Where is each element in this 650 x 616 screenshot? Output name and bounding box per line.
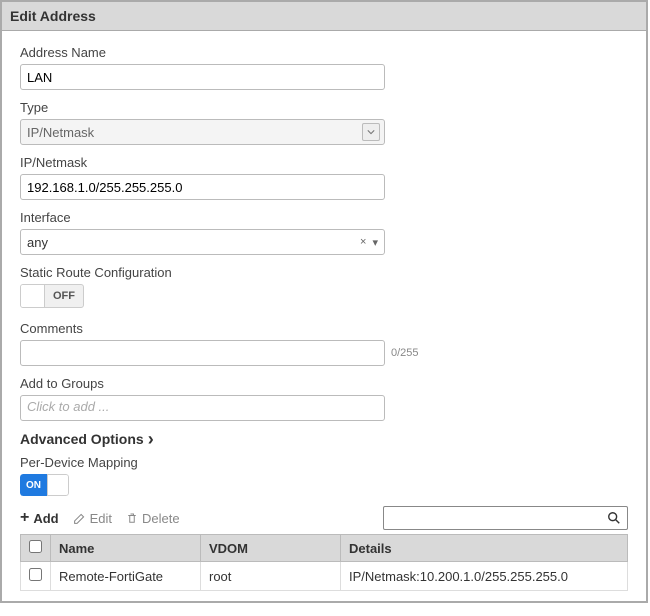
field-ip-netmask: IP/Netmask xyxy=(20,155,628,200)
field-static-route: Static Route Configuration OFF xyxy=(20,265,628,311)
mapping-toolbar: + Add Edit Delete xyxy=(20,506,628,530)
header-details: Details xyxy=(341,535,628,562)
clear-icon[interactable]: × xyxy=(360,236,366,248)
comments-label: Comments xyxy=(20,321,628,336)
add-button[interactable]: + Add xyxy=(20,509,59,527)
address-name-label: Address Name xyxy=(20,45,628,60)
header-name: Name xyxy=(51,535,201,562)
toggle-knob xyxy=(47,474,69,496)
chevron-down-icon[interactable]: ▾ xyxy=(372,236,378,249)
delete-label: Delete xyxy=(142,511,180,526)
dialog-title: Edit Address xyxy=(2,2,646,31)
row-checkbox-cell xyxy=(21,562,51,591)
dialog-body: Address Name Type IP/Netmask IP/Netmask … xyxy=(2,31,646,601)
trash-icon xyxy=(126,512,138,525)
static-route-label: Static Route Configuration xyxy=(20,265,628,280)
toggle-on-label: ON xyxy=(20,474,47,496)
ip-netmask-input[interactable] xyxy=(20,174,385,200)
chevron-right-icon: › xyxy=(148,432,154,446)
field-per-device-mapping: Per-Device Mapping ON xyxy=(20,455,628,496)
field-address-name: Address Name xyxy=(20,45,628,90)
plus-icon: + xyxy=(20,509,29,527)
search-icon xyxy=(607,511,621,525)
interface-label: Interface xyxy=(20,210,628,225)
add-label: Add xyxy=(33,511,58,526)
header-checkbox-cell xyxy=(21,535,51,562)
address-name-input[interactable] xyxy=(20,64,385,90)
type-select[interactable]: IP/Netmask xyxy=(20,119,385,145)
field-add-to-groups: Add to Groups Click to add ... xyxy=(20,376,628,421)
toggle-knob xyxy=(21,284,45,308)
advanced-options-toggle[interactable]: Advanced Options › xyxy=(20,431,628,447)
per-device-label: Per-Device Mapping xyxy=(20,455,628,470)
advanced-options-label: Advanced Options xyxy=(20,431,144,447)
header-vdom: VDOM xyxy=(201,535,341,562)
field-comments: Comments 0/255 xyxy=(20,321,628,366)
field-interface: Interface any × ▾ xyxy=(20,210,628,255)
select-all-checkbox[interactable] xyxy=(29,540,42,553)
static-route-toggle[interactable]: OFF xyxy=(20,284,84,308)
edit-button[interactable]: Edit xyxy=(73,511,112,526)
interface-value: any xyxy=(27,235,48,250)
row-vdom: root xyxy=(201,562,341,591)
ip-netmask-label: IP/Netmask xyxy=(20,155,628,170)
type-value: IP/Netmask xyxy=(27,125,94,140)
groups-label: Add to Groups xyxy=(20,376,628,391)
comments-input[interactable] xyxy=(20,340,385,366)
delete-button[interactable]: Delete xyxy=(126,511,180,526)
row-checkbox[interactable] xyxy=(29,568,42,581)
edit-label: Edit xyxy=(90,511,112,526)
edit-icon xyxy=(73,512,86,525)
per-device-toggle[interactable]: ON xyxy=(20,474,69,496)
groups-input[interactable]: Click to add ... xyxy=(20,395,385,421)
comments-counter: 0/255 xyxy=(391,347,419,359)
field-type: Type IP/Netmask xyxy=(20,100,628,145)
search-input[interactable] xyxy=(383,506,628,530)
row-details: IP/Netmask:10.200.1.0/255.255.255.0 xyxy=(341,562,628,591)
mapping-table: Name VDOM Details Remote-FortiGate root … xyxy=(20,534,628,591)
toggle-off-label: OFF xyxy=(45,290,83,302)
row-name: Remote-FortiGate xyxy=(51,562,201,591)
interface-select[interactable]: any × ▾ xyxy=(20,229,385,255)
chevron-down-icon[interactable] xyxy=(362,123,380,141)
edit-address-dialog: Edit Address Address Name Type IP/Netmas… xyxy=(0,0,648,603)
type-label: Type xyxy=(20,100,628,115)
table-row[interactable]: Remote-FortiGate root IP/Netmask:10.200.… xyxy=(21,562,628,591)
